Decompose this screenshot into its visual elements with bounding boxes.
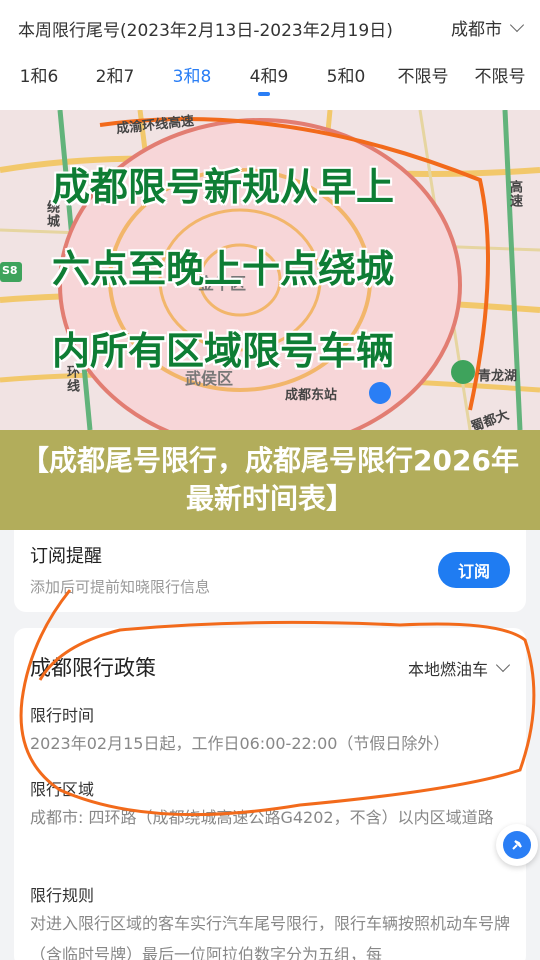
active-tab-indicator (258, 92, 270, 96)
overlay-line-3: 内所有区域限号车辆 (52, 329, 395, 373)
vehicle-type-label: 本地燃油车 (407, 660, 488, 679)
map-label-s8: S8 (2, 264, 18, 277)
article-title-banner: 【成都尾号限行，成都尾号限行2026年最新时间表】 (0, 430, 540, 530)
city-selector[interactable]: 成都市 (451, 15, 525, 40)
tab-3-8[interactable]: 3和8 (173, 62, 212, 87)
time-text: 2023年02月15日起，工作日06:00-22:00（节假日除外） (30, 734, 450, 753)
map-label-qinglong: 青龙湖 (478, 369, 518, 384)
restriction-map: 成渝环线高速 高速 S8 成都东站 青龙湖 武侯区 金牛区 蜀都大 绕城 环线 … (0, 110, 540, 430)
area-label: 限行区域 (30, 780, 95, 799)
week-title: 本周限行尾号(2023年2月13日-2023年2月19日) (18, 21, 393, 41)
tab-5-0[interactable]: 5和0 (327, 62, 366, 87)
subscribe-card: 订阅提醒 添加后可提前知晓限行信息 订阅 (14, 530, 526, 612)
time-label: 限行时间 (30, 706, 95, 725)
area-text: 成都市: 四环路（成都绕城高速公路G4202，不含）以内区域道路 (30, 808, 494, 827)
city-label: 成都市 (451, 20, 502, 40)
chevron-down-icon (509, 17, 525, 32)
top-bar: 本周限行尾号(2023年2月13日-2023年2月19日) 成都市 1和6 2和… (0, 0, 540, 110)
policy-card: 成都限行政策 本地燃油车 限行时间 2023年02月15日起，工作日06:00-… (14, 628, 526, 960)
overlay-line-1: 成都限号新规从早上 (52, 165, 395, 209)
rule-text: 对进入限行区域的客车实行汽车尾号限行，限行车辆按照机动车号牌（含临时号牌）最后一… (30, 914, 511, 960)
map-label-east-station: 成都东站 (285, 388, 338, 403)
map-label-high-speed: 高速 (507, 180, 522, 208)
tab-no-limit-1[interactable]: 不限号 (398, 62, 449, 87)
floating-pin-button[interactable] (496, 824, 538, 866)
vehicle-type-selector[interactable]: 本地燃油车 (407, 656, 511, 680)
tab-2-7[interactable]: 2和7 (96, 62, 135, 87)
tab-1-6[interactable]: 1和6 (20, 62, 59, 87)
tab-4-9[interactable]: 4和9 (250, 62, 289, 87)
tab-no-limit-2[interactable]: 不限号 (475, 62, 526, 87)
overlay-line-2: 六点至晚上十点绕城 (52, 247, 395, 291)
chevron-down-icon (495, 657, 511, 673)
rule-label: 限行规则 (30, 886, 95, 905)
policy-title: 成都限行政策 (30, 656, 156, 680)
pin-icon (503, 831, 531, 859)
subscribe-title: 订阅提醒 (30, 546, 102, 567)
banner-title: 【成都尾号限行，成都尾号限行2026年最新时间表】 (21, 444, 519, 515)
subscribe-desc: 添加后可提前知晓限行信息 (30, 578, 211, 596)
subscribe-button[interactable]: 订阅 (438, 552, 510, 588)
tail-number-tabs: 1和6 2和7 3和8 4和9 5和0 不限号 不限号 (0, 62, 540, 102)
